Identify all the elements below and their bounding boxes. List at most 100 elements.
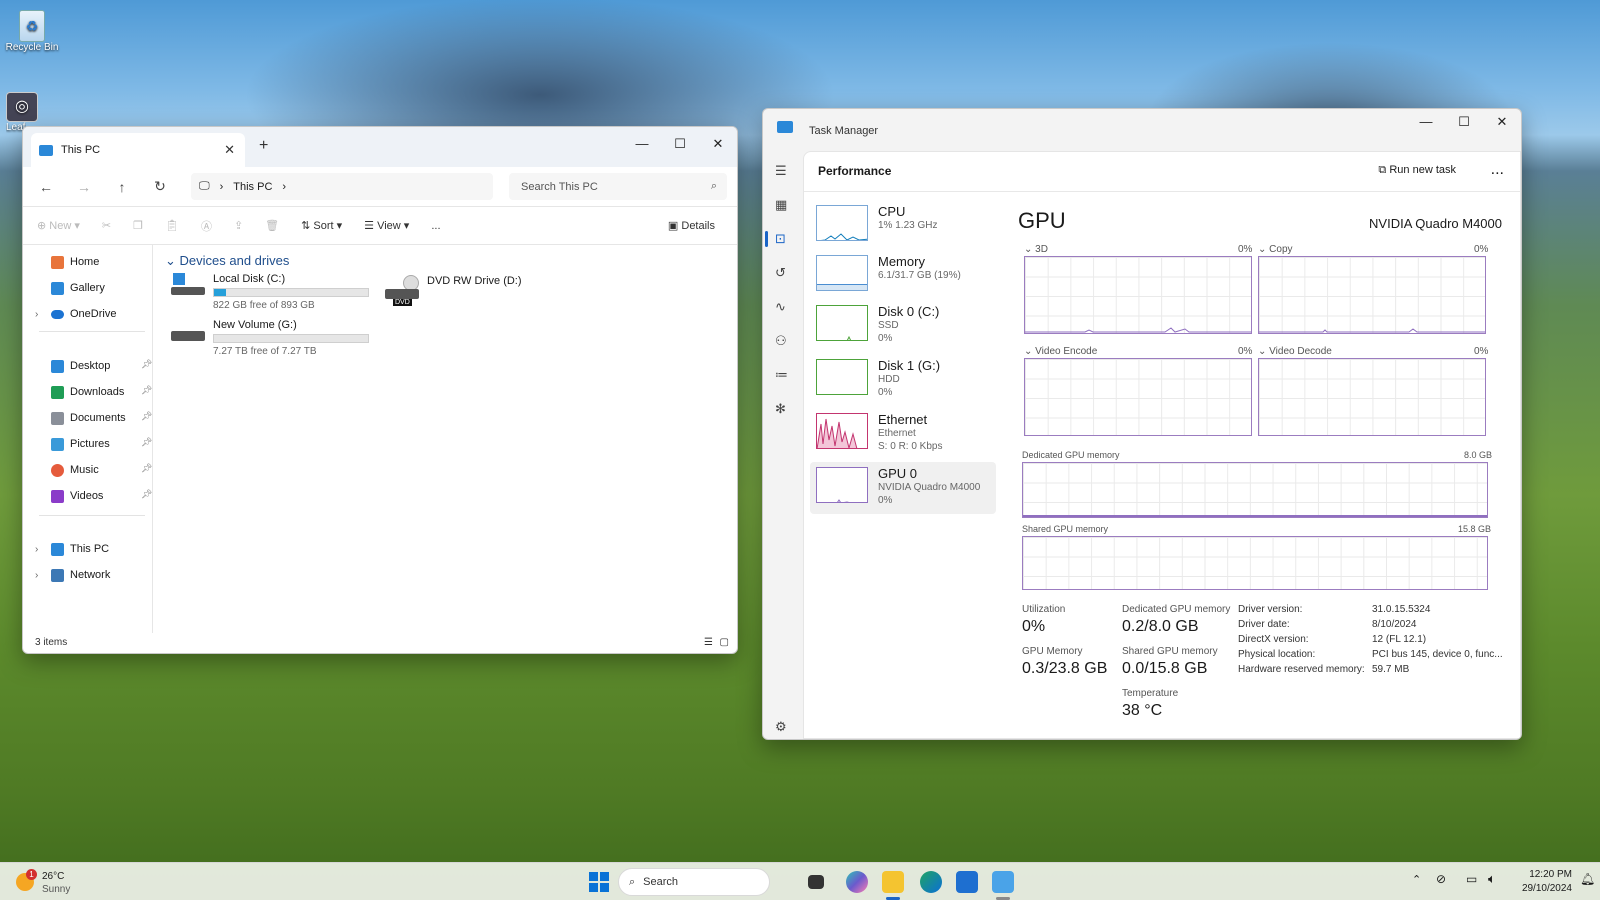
- paste-icon[interactable]: 📋︎: [165, 219, 179, 232]
- nav-item-desktop[interactable]: Desktop: [51, 357, 110, 375]
- show-hidden-icons-chevron-up-icon[interactable]: ⌃: [1412, 873, 1421, 886]
- chevron-right-icon[interactable]: ›: [35, 309, 38, 320]
- resource-ethernet[interactable]: Ethernet Ethernet S: 0 R: 0 Kbps: [810, 408, 996, 460]
- address-box[interactable]: 🖵 › This PC ›: [191, 173, 493, 200]
- services-icon[interactable]: ✻: [775, 401, 786, 417]
- resource-cpu[interactable]: CPU 1% 1.23 GHz: [810, 200, 996, 252]
- pin-icon[interactable]: 📌︎: [141, 385, 152, 396]
- engine-dropdown-copy[interactable]: ⌄ Copy: [1258, 244, 1293, 255]
- temperature-label: Temperature: [1122, 688, 1179, 699]
- delete-icon[interactable]: 🗑︎: [265, 219, 279, 232]
- nav-item-documents[interactable]: Documents: [51, 409, 126, 427]
- drive-d[interactable]: DVD DVD RW Drive (D:): [385, 275, 522, 306]
- close-button[interactable]: ✕: [699, 131, 737, 157]
- nav-item-onedrive[interactable]: › OneDrive: [35, 305, 116, 323]
- engine-dropdown-video-encode[interactable]: ⌄ Video Encode: [1024, 346, 1097, 357]
- share-icon[interactable]: ⇪: [234, 219, 243, 232]
- resource-name: Ethernet: [878, 412, 928, 427]
- new-button[interactable]: ⊕ New ▾: [37, 219, 80, 232]
- new-label: New: [49, 220, 72, 232]
- maximize-button[interactable]: ☐: [661, 131, 699, 157]
- minimize-button[interactable]: —: [1407, 109, 1445, 135]
- users-icon[interactable]: ⚇: [775, 333, 787, 349]
- pin-icon[interactable]: 📌︎: [141, 489, 152, 500]
- graph-3d: [1024, 256, 1252, 334]
- task-view-icon[interactable]: [808, 875, 824, 889]
- nav-item-downloads[interactable]: Downloads: [51, 383, 124, 401]
- search-input[interactable]: Search This PC ⌕: [509, 173, 727, 200]
- cut-icon[interactable]: ✂: [102, 219, 111, 232]
- close-button[interactable]: ✕: [1483, 109, 1521, 135]
- display-icon[interactable]: ▭: [1466, 872, 1477, 886]
- view-button[interactable]: ☰ View ▾: [364, 219, 409, 232]
- notification-bell-icon[interactable]: 🔔︎: [1580, 872, 1595, 886]
- new-tab-button[interactable]: +: [259, 137, 268, 155]
- rename-icon[interactable]: Ⓐ: [201, 218, 212, 234]
- recycle-bin-shortcut[interactable]: ♻ Recycle Bin: [4, 10, 60, 53]
- engine-dropdown-3d[interactable]: ⌄ 3D: [1024, 244, 1048, 255]
- close-tab-icon[interactable]: ✕: [224, 142, 235, 158]
- taskbar-search-box[interactable]: ⌕ Search: [618, 868, 770, 896]
- forward-button[interactable]: →: [69, 179, 99, 195]
- file-explorer-taskbar-icon[interactable]: [882, 871, 904, 893]
- back-button[interactable]: ←: [31, 179, 61, 195]
- task-manager-taskbar-icon[interactable]: [992, 871, 1014, 893]
- task-manager-titlebar[interactable]: Task Manager — ☐ ✕: [763, 109, 1521, 151]
- chevron-right-icon[interactable]: ›: [282, 181, 286, 193]
- run-new-task-button[interactable]: ⧉ Run new task: [1378, 164, 1456, 177]
- refresh-button[interactable]: ↻: [145, 178, 175, 195]
- group-header[interactable]: ⌄ Devices and drives: [165, 253, 289, 269]
- settings-icon[interactable]: ⚙: [775, 719, 787, 735]
- pin-icon[interactable]: 📌︎: [141, 411, 152, 422]
- resource-memory[interactable]: Memory 6.1/31.7 GB (19%): [810, 250, 996, 302]
- pin-icon[interactable]: 📌︎: [141, 463, 152, 474]
- nav-item-home[interactable]: Home: [51, 253, 99, 271]
- resource-gpu-0[interactable]: GPU 0 NVIDIA Quadro M4000 0%: [810, 462, 996, 514]
- details-button[interactable]: ▣ Details: [668, 219, 715, 232]
- microsoft-store-icon[interactable]: [956, 871, 978, 893]
- sort-button[interactable]: ⇅ Sort ▾: [301, 219, 342, 232]
- nav-item-videos[interactable]: Videos: [51, 487, 103, 505]
- startup-apps-icon[interactable]: ∿: [775, 299, 786, 315]
- maximize-button[interactable]: ☐: [1445, 109, 1483, 135]
- details-icon[interactable]: ≔: [775, 367, 788, 383]
- nav-item-music[interactable]: Music: [51, 461, 99, 479]
- weather-widget[interactable]: 1 26°C Sunny: [16, 869, 106, 897]
- pictures-icon: [51, 437, 64, 451]
- more-options-button[interactable]: ...: [1491, 161, 1504, 179]
- hamburger-menu-icon[interactable]: ☰: [775, 163, 787, 179]
- pin-icon[interactable]: 📌︎: [141, 437, 152, 448]
- edge-browser-icon[interactable]: [920, 871, 942, 893]
- tiles-view-icon[interactable]: ▢: [720, 633, 729, 653]
- resource-disk-1[interactable]: Disk 1 (G:) HDD 0%: [810, 354, 996, 406]
- network-status-icon[interactable]: ⊘: [1436, 872, 1446, 886]
- breadcrumb-this-pc[interactable]: This PC: [233, 181, 272, 193]
- engine-dropdown-video-decode[interactable]: ⌄ Video Decode: [1258, 346, 1332, 357]
- resource-name: Disk 0 (C:): [878, 304, 940, 319]
- copilot-icon[interactable]: [846, 871, 868, 893]
- copy-icon[interactable]: ❐: [133, 219, 143, 232]
- up-button[interactable]: ↑: [107, 179, 137, 195]
- nav-item-this-pc[interactable]: › This PC: [35, 540, 109, 558]
- processes-icon[interactable]: ▦: [775, 197, 787, 213]
- drive-g[interactable]: New Volume (G:) 7.27 TB free of 7.27 TB: [171, 319, 369, 357]
- chevron-right-icon[interactable]: ›: [35, 570, 38, 581]
- drive-c[interactable]: Local Disk (C:) 822 GB free of 893 GB: [171, 273, 369, 311]
- clock[interactable]: 12:20 PM 29/10/2024: [1508, 868, 1572, 896]
- app-history-icon[interactable]: ↺: [775, 265, 786, 281]
- volume-icon[interactable]: 🔈︎: [1488, 871, 1496, 887]
- explorer-titlebar[interactable]: This PC ✕ + — ☐ ✕: [23, 127, 737, 167]
- resource-disk-0[interactable]: Disk 0 (C:) SSD 0%: [810, 300, 996, 352]
- nav-item-pictures[interactable]: Pictures: [51, 435, 110, 453]
- details-view-icon[interactable]: ☰: [704, 633, 713, 653]
- nav-item-network[interactable]: › Network: [35, 566, 110, 584]
- pin-icon[interactable]: 📌︎: [141, 359, 152, 370]
- nav-item-gallery[interactable]: Gallery: [51, 279, 105, 297]
- minimize-button[interactable]: —: [623, 131, 661, 157]
- more-options-button[interactable]: ...: [431, 220, 440, 232]
- chevron-right-icon[interactable]: ›: [35, 544, 38, 555]
- performance-icon[interactable]: ⊡: [775, 231, 786, 247]
- resource-detail: NVIDIA Quadro M4000: [878, 482, 981, 493]
- start-button[interactable]: [588, 871, 610, 893]
- tab-this-pc[interactable]: This PC ✕: [31, 133, 245, 167]
